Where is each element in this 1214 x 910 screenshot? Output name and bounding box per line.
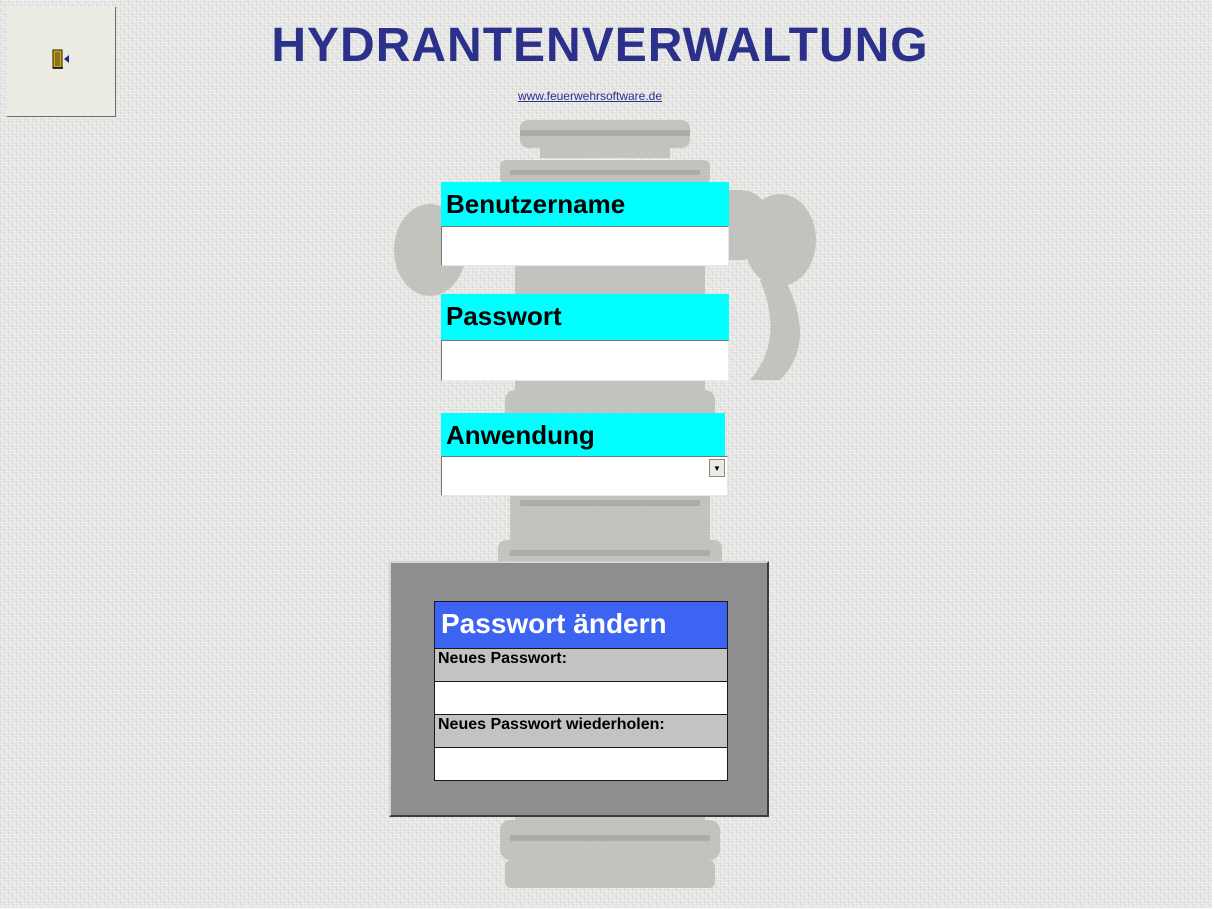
username-field[interactable] bbox=[441, 226, 729, 266]
password-label: Passwort bbox=[441, 294, 729, 340]
password-field[interactable] bbox=[441, 340, 729, 381]
application-select[interactable]: ▼ bbox=[441, 456, 728, 496]
exit-door-icon bbox=[50, 48, 72, 75]
repeat-password-field[interactable] bbox=[434, 747, 728, 781]
exit-button[interactable] bbox=[7, 7, 116, 117]
repeat-password-label: Neues Passwort wiederholen: bbox=[434, 715, 728, 747]
app-title: HYDRANTENVERWALTUNG bbox=[271, 19, 929, 72]
change-password-panel: Passwort ändern Neues Passwort: Neues Pa… bbox=[389, 561, 769, 817]
change-password-title: Passwort ändern bbox=[434, 601, 728, 649]
dropdown-arrow-icon[interactable]: ▼ bbox=[709, 459, 725, 477]
application-label: Anwendung bbox=[441, 413, 725, 457]
website-link[interactable]: www.feuerwehrsoftware.de bbox=[440, 89, 740, 103]
username-label: Benutzername bbox=[441, 182, 729, 226]
new-password-field[interactable] bbox=[434, 681, 728, 715]
new-password-label: Neues Passwort: bbox=[434, 649, 728, 681]
